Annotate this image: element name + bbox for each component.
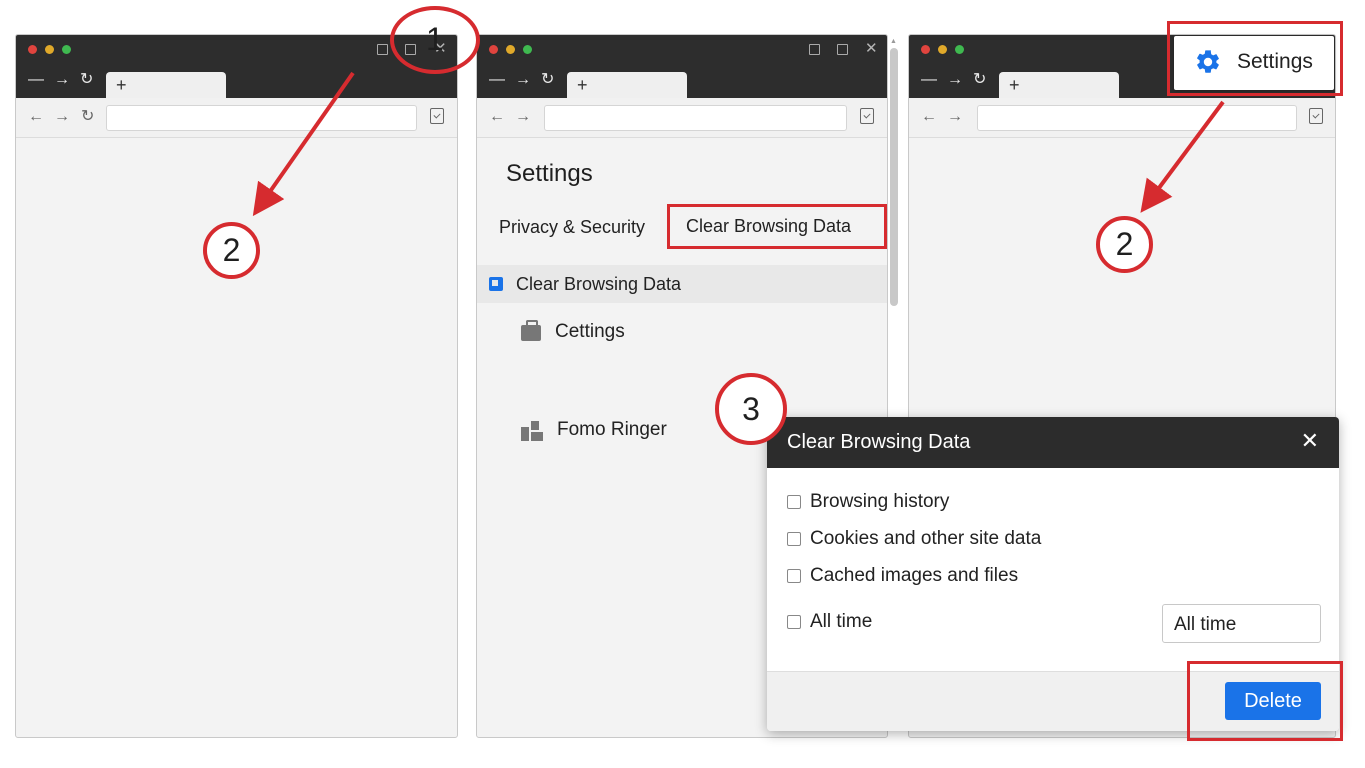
arrow-to-step-2 [1140,100,1225,213]
annotation-arrows [252,71,1225,217]
arrow-to-step-2 [252,71,355,217]
